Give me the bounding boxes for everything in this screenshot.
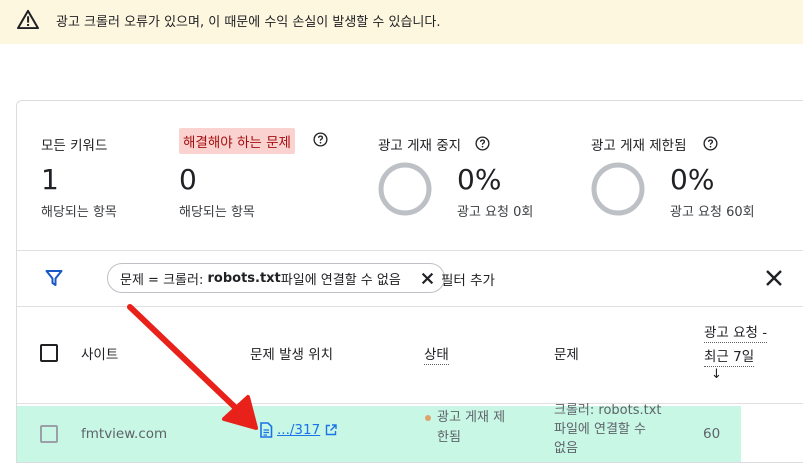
stat-to-resolve-label[interactable]: 해결해야 하는 문제 <box>179 128 295 154</box>
filter-chip-prefix: 문제 = 크롤러: <box>120 272 204 288</box>
row-issue-line2: 파일에 연결할 수 <box>554 422 646 437</box>
row-site: fmtview.com <box>81 426 168 442</box>
row-location[interactable]: .../317 <box>259 422 337 438</box>
row-status: 광고 게재 제 한됨 <box>425 408 505 448</box>
row-issue-line1: 크롤러: robots.txt <box>554 403 662 418</box>
column-header-status[interactable]: 상태 <box>424 343 449 365</box>
sort-descending-icon[interactable]: ↓ <box>711 367 722 382</box>
stat-to-resolve-sub: 해당되는 항목 <box>179 205 255 220</box>
column-header-requests-line2[interactable]: 최근 7일 <box>704 345 755 367</box>
remove-filter-icon[interactable] <box>421 272 434 285</box>
stat-all-keywords-label: 모든 키워드 <box>41 138 108 154</box>
row-status-line1: 광고 게재 제 <box>437 410 506 425</box>
stat-to-resolve-value: 0 <box>179 163 197 196</box>
ad-stopped-ring <box>378 162 432 216</box>
stat-ad-stopped-label: 광고 게재 중지 <box>378 138 462 154</box>
stat-all-keywords-sub: 해당되는 항목 <box>41 205 117 220</box>
stat-ad-limited-sub: 광고 요청 60회 <box>670 205 755 220</box>
help-icon[interactable] <box>703 136 718 151</box>
close-filter-bar-icon[interactable] <box>765 269 783 287</box>
filter-chip[interactable]: 문제 = 크롤러: robots.txt 파일에 연결할 수 없음 <box>107 263 445 293</box>
banner-message: 광고 크롤러 오류가 있으며, 이 때문에 수익 손실이 발생할 수 있습니다. <box>56 15 441 30</box>
status-dot <box>425 414 431 421</box>
column-header-location[interactable]: 문제 발생 위치 <box>250 343 333 363</box>
select-all-checkbox[interactable] <box>40 344 58 362</box>
document-icon <box>260 422 273 438</box>
row-checkbox[interactable] <box>40 425 58 443</box>
location-link[interactable]: .../317 <box>277 422 320 438</box>
row-issue: 크롤러: robots.txt 파일에 연결할 수 없음 <box>554 401 662 458</box>
help-icon[interactable] <box>313 132 328 147</box>
ad-limited-ring <box>591 162 645 216</box>
row-issue-line3: 없음 <box>554 441 578 456</box>
divider <box>17 403 803 404</box>
column-header-requests-line1[interactable]: 광고 요청 - <box>704 321 768 343</box>
stat-ad-limited-value: 0% <box>670 163 715 196</box>
stat-ad-stopped-sub: 광고 요청 0회 <box>457 205 534 220</box>
filter-icon[interactable] <box>45 269 63 287</box>
warning-icon <box>17 9 39 29</box>
filter-chip-suffix: 파일에 연결할 수 없음 <box>280 272 401 288</box>
add-filter-button[interactable]: 필터 추가 <box>441 269 495 289</box>
row-status-line2: 한됨 <box>437 430 461 445</box>
column-header-issue[interactable]: 문제 <box>554 343 579 363</box>
help-icon[interactable] <box>475 136 490 151</box>
stat-ad-stopped-value: 0% <box>457 163 502 196</box>
divider <box>17 250 803 251</box>
issues-card: 모든 키워드 1 해당되는 항목 해결해야 하는 문제 0 해당되는 항목 광고… <box>16 100 803 463</box>
table-row[interactable]: fmtview.com .../317 광고 게재 제 한됨 크롤러: robo… <box>17 403 741 462</box>
warning-banner: 광고 크롤러 오류가 있으며, 이 때문에 수익 손실이 발생할 수 있습니다. <box>0 0 803 44</box>
row-requests: 60 <box>703 426 721 442</box>
filter-chip-bold: robots.txt <box>207 270 281 286</box>
stat-all-keywords-value: 1 <box>41 163 59 196</box>
stat-ad-limited-label: 광고 게재 제한됨 <box>591 138 687 154</box>
column-header-site[interactable]: 사이트 <box>81 343 118 363</box>
open-in-new-icon[interactable] <box>325 424 337 436</box>
divider <box>17 306 803 307</box>
